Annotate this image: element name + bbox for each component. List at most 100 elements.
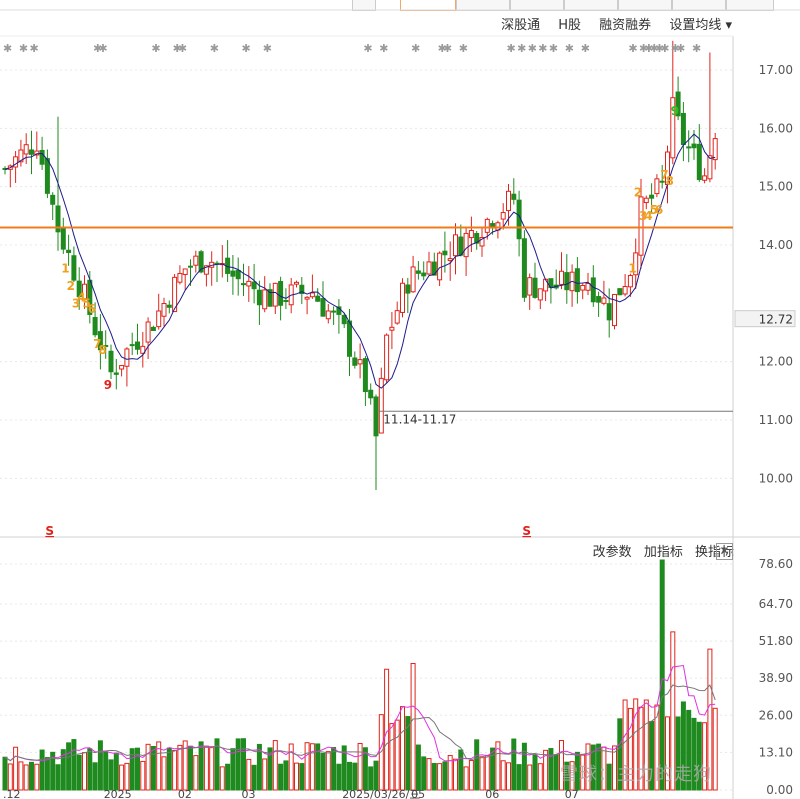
candle-body <box>680 112 686 146</box>
candle-body <box>193 255 199 266</box>
candlestick-chart: 17.0016.0015.0014.0012.0011.0010.0012.72… <box>0 9 800 799</box>
volume-bar <box>283 760 289 791</box>
volume-bar <box>203 745 209 791</box>
volume-bar <box>82 752 87 791</box>
candle-body <box>580 284 586 291</box>
x-axis-label: 03 <box>242 788 256 799</box>
volume-toolbar: 改参数 加指标 换指标 <box>585 541 734 560</box>
volume-bar <box>304 742 310 791</box>
volume-bar <box>44 757 50 791</box>
volume-bar <box>140 760 146 791</box>
volume-bar <box>13 746 19 791</box>
volume-bar <box>92 762 98 791</box>
star-marker: ✱ <box>549 42 558 55</box>
volume-bar <box>34 763 40 791</box>
candle-body <box>92 317 98 336</box>
star-marker: ✱ <box>363 42 372 55</box>
volume-bar <box>373 760 379 791</box>
price-tick-label: 16.00 <box>759 121 793 135</box>
star-marker: ✱ <box>242 42 251 55</box>
close-icon[interactable]: ✕ <box>716 543 733 560</box>
volume-bar <box>235 738 241 791</box>
volume-bar <box>124 762 130 791</box>
volume-bar <box>188 745 193 791</box>
sequence-marker: 6 <box>655 203 663 217</box>
candle-body <box>649 194 655 199</box>
volume-bar <box>193 755 199 791</box>
s-marker: S <box>45 524 54 538</box>
candle-body <box>426 261 432 275</box>
volume-bar <box>39 749 45 791</box>
candle-body <box>39 149 45 165</box>
candle-body <box>415 270 421 274</box>
volume-bar <box>384 668 390 791</box>
candle-body <box>506 190 511 212</box>
candle-body <box>606 303 612 321</box>
candle-body <box>145 321 151 343</box>
volume-bar <box>219 766 225 791</box>
candle-body <box>156 310 162 328</box>
volume-bar <box>463 766 469 791</box>
candle-body <box>394 310 400 324</box>
volume-bar <box>241 738 246 791</box>
candle-body <box>256 289 262 306</box>
volume-bar <box>521 742 527 791</box>
candle-body <box>373 396 379 437</box>
x-axis-label: .12 <box>3 788 21 799</box>
volume-tick-label: 64.70 <box>759 597 793 611</box>
price-tick-label: 14.00 <box>759 238 793 252</box>
star-marker: ✱ <box>263 42 272 55</box>
volume-bar <box>288 743 294 791</box>
volume-bar <box>198 741 204 791</box>
volume-bar <box>458 749 464 791</box>
volume-tick-label: 26.00 <box>759 708 793 722</box>
edit-params-button[interactable]: 改参数 <box>593 545 632 560</box>
sequence-marker: 8 <box>666 174 674 188</box>
candle-body <box>389 326 395 331</box>
candle-body <box>29 149 34 155</box>
candle-body <box>309 292 315 298</box>
candle-body <box>468 230 474 239</box>
candle-body <box>50 194 56 205</box>
candle-body <box>188 265 193 268</box>
candle-body <box>484 218 490 233</box>
star-marker: ✱ <box>459 42 468 55</box>
volume-bar <box>511 738 517 791</box>
watermark: 雪球：主力的走狗 <box>560 764 712 785</box>
volume-bar <box>431 762 437 791</box>
star-marker: ✱ <box>379 42 388 55</box>
s-marker: S <box>522 524 531 538</box>
candle-body <box>124 348 130 367</box>
volume-bar <box>225 763 231 791</box>
volume-bar <box>474 739 480 791</box>
add-indicator-button[interactable]: 加指标 <box>644 545 683 560</box>
candle-body <box>108 350 114 373</box>
volume-bar <box>537 763 543 791</box>
star-marker: ✱ <box>565 42 574 55</box>
candle-body <box>278 281 284 306</box>
volume-bar <box>325 751 331 791</box>
volume-tick-label: 78.60 <box>759 557 793 571</box>
volume-bar <box>553 754 559 791</box>
sequence-marker: 6 <box>88 302 96 316</box>
volume-bar <box>71 739 77 791</box>
volume-bar <box>320 752 326 791</box>
candle-body <box>135 341 140 350</box>
volume-bar <box>331 747 337 791</box>
candle-body <box>182 268 188 275</box>
star-marker: ✱ <box>581 42 590 55</box>
candle-body <box>246 280 252 287</box>
volume-tick-label: 38.90 <box>759 671 793 685</box>
candle-body <box>527 277 533 296</box>
candle-body <box>559 270 564 285</box>
candle-body <box>400 282 405 313</box>
volume-bar <box>506 762 511 791</box>
volume-bar <box>426 758 432 791</box>
low-annotation-label: 11.14-11.17 <box>383 412 456 426</box>
volume-bar <box>18 761 24 791</box>
volume-bar <box>336 763 342 791</box>
volume-bar <box>113 752 119 791</box>
volume-bar <box>299 763 305 791</box>
sequence-marker: 8 <box>98 343 106 357</box>
volume-bar <box>150 745 156 791</box>
